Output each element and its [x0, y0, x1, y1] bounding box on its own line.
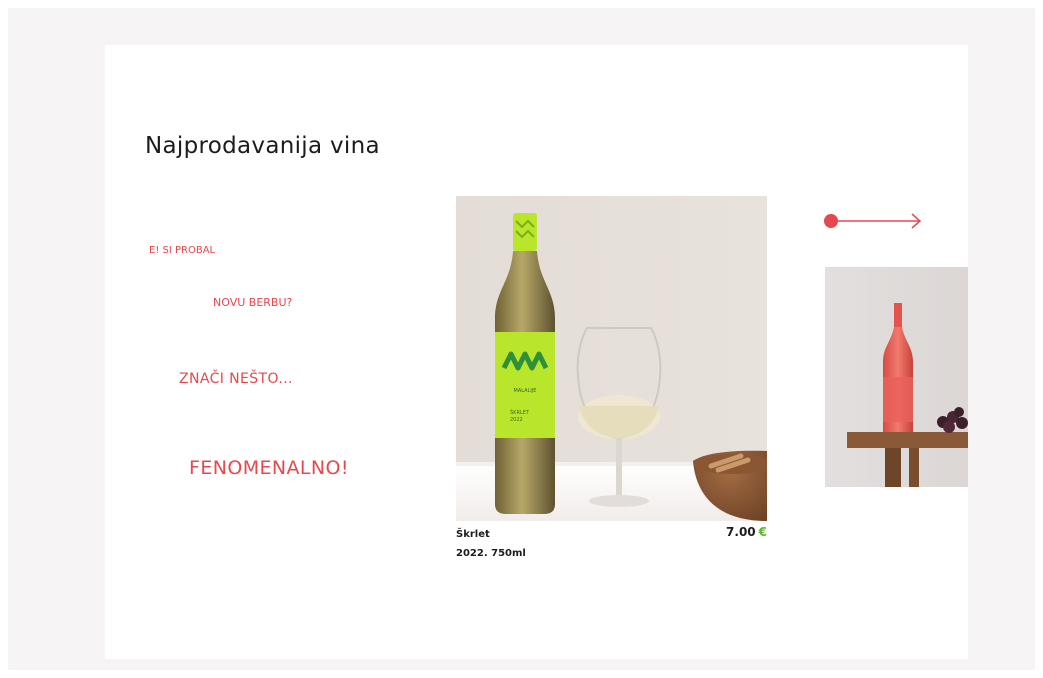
tagline-4: FENOMENALNO! [189, 457, 349, 479]
arrow-right-icon [824, 213, 922, 229]
next-arrow-button[interactable] [821, 210, 925, 232]
svg-text:ŠKRLET: ŠKRLET [510, 409, 530, 416]
product-price: 7.00 € [726, 525, 767, 539]
section-title: Najprodavanija vina [145, 133, 380, 159]
tagline-2: NOVU BERBU? [213, 296, 293, 309]
product-image-rose[interactable] [825, 267, 968, 487]
currency-symbol: € [758, 525, 767, 539]
product-name[interactable]: Škrlet [456, 529, 490, 540]
bestsellers-section: Najprodavanija vina E! SI PROBAL NOVU BE… [105, 45, 968, 659]
tagline-1: E! SI PROBAL [149, 245, 216, 256]
price-value: 7.00 [726, 525, 756, 539]
svg-text:MALALIJE: MALALIJE [514, 388, 537, 394]
product-vintage-volume: 2022. 750ml [456, 548, 526, 559]
product-image-skrlet[interactable]: MALALIJE ŠKRLET 2022 [456, 196, 767, 521]
svg-text:2022: 2022 [510, 417, 523, 423]
page-background: Najprodavanija vina E! SI PROBAL NOVU BE… [8, 8, 1035, 670]
tagline-3: ZNAČI NEŠTO... [179, 371, 293, 387]
